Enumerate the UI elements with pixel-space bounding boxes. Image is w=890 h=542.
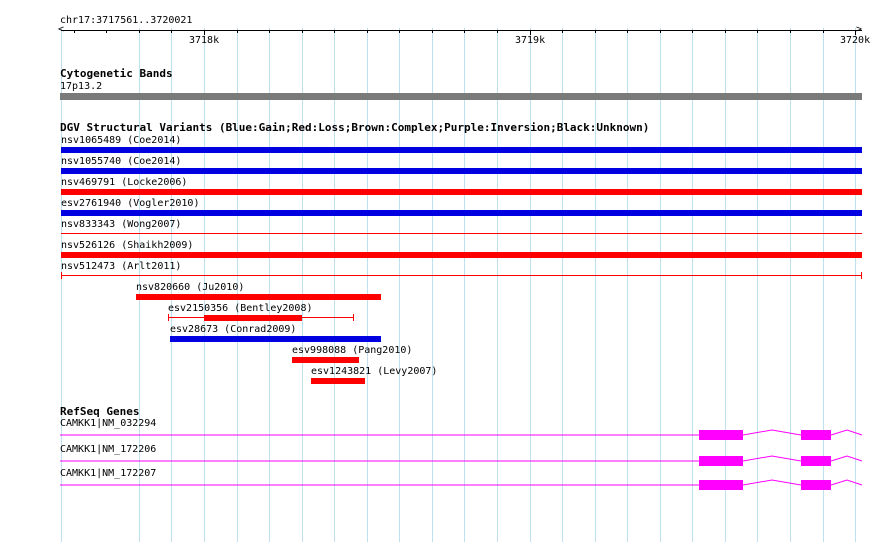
sv-feature-endcap: [168, 314, 169, 321]
sv-feature-bar[interactable]: [61, 252, 862, 258]
ruler-minor-tick: [106, 30, 107, 33]
gene-intron-line: [830, 429, 863, 436]
ruler-minor-tick: [790, 30, 791, 33]
gene-intron-line: [742, 455, 802, 462]
refseq-track-title: RefSeq Genes: [60, 405, 140, 418]
ruler-tick-label: 3720k: [840, 35, 871, 46]
ruler-tick-label: 3719k: [515, 35, 546, 46]
ruler-minor-tick: [399, 30, 400, 33]
sv-feature-bar[interactable]: [61, 147, 862, 153]
sv-feature-line[interactable]: [61, 233, 862, 234]
sv-feature-label[interactable]: esv998088 (Pang2010): [292, 345, 412, 356]
gene-model[interactable]: [0, 475, 890, 495]
ruler-minor-tick: [562, 30, 563, 33]
cytoband-track-title: Cytogenetic Bands: [60, 67, 173, 80]
genome-browser-panel: chr17:3717561..3720021 < > 3718k 3719k 372…: [0, 0, 890, 542]
gene-intron-line: [830, 479, 863, 486]
gene-intron-line: [830, 455, 863, 462]
gene-exon: [801, 480, 831, 490]
gene-intron-line: [742, 429, 802, 436]
ruler-minor-tick: [139, 30, 140, 33]
sv-feature-endcap: [861, 272, 862, 279]
sv-feature-label[interactable]: nsv820660 (Ju2010): [136, 282, 244, 293]
sv-feature-endcap: [353, 314, 354, 321]
ruler-minor-tick: [757, 30, 758, 33]
sv-feature-label[interactable]: nsv833343 (Wong2007): [61, 219, 181, 230]
ruler-minor-tick: [237, 30, 238, 33]
ruler-left-arrow: <: [58, 24, 65, 35]
ruler-minor-tick: [334, 30, 335, 33]
sv-feature-label[interactable]: nsv512473 (Arlt2011): [61, 261, 181, 272]
ruler-minor-tick: [595, 30, 596, 33]
sv-feature-label[interactable]: esv2150356 (Bentley2008): [168, 303, 313, 314]
ruler-minor-tick: [432, 30, 433, 33]
gene-exon: [699, 456, 743, 466]
cytoband-label: 17p13.2: [60, 81, 103, 92]
ruler-minor-tick: [74, 30, 75, 33]
sv-feature-label[interactable]: esv28673 (Conrad2009): [170, 324, 296, 335]
ruler-minor-tick: [497, 30, 498, 33]
ruler-minor-tick: [302, 30, 303, 33]
sv-feature-label[interactable]: esv1243821 (Levy2007): [311, 366, 437, 377]
sv-feature-bar[interactable]: [204, 315, 302, 321]
ruler-minor-tick: [823, 30, 824, 33]
ruler-minor-tick: [725, 30, 726, 33]
sv-feature-bar[interactable]: [61, 168, 862, 174]
ruler-axis: [61, 30, 862, 31]
ruler-minor-tick: [660, 30, 661, 33]
ruler-minor-tick: [269, 30, 270, 33]
sv-feature-bar[interactable]: [61, 189, 862, 195]
locus-label: chr17:3717561..3720021: [60, 15, 193, 26]
gene-exon: [699, 430, 743, 440]
ruler-minor-tick: [464, 30, 465, 33]
sv-feature-bar[interactable]: [292, 357, 359, 363]
ruler-minor-tick: [627, 30, 628, 33]
sv-feature-bar[interactable]: [170, 336, 381, 342]
ruler-minor-tick: [171, 30, 172, 33]
sv-feature-bar[interactable]: [311, 378, 365, 384]
sv-feature-bar[interactable]: [136, 294, 381, 300]
sv-feature-bar[interactable]: [61, 210, 862, 216]
sv-feature-label[interactable]: nsv1055740 (Coe2014): [61, 156, 181, 167]
sv-feature-label[interactable]: esv2761940 (Vogler2010): [61, 198, 199, 209]
ruler-minor-tick: [692, 30, 693, 33]
dgv-track-title: DGV Structural Variants (Blue:Gain;Red:L…: [60, 121, 650, 134]
ruler-tick-label: 3718k: [189, 35, 220, 46]
gene-model[interactable]: [0, 425, 890, 445]
sv-feature-label[interactable]: nsv1065489 (Coe2014): [61, 135, 181, 146]
ruler-minor-tick: [367, 30, 368, 33]
gene-exon: [801, 430, 831, 440]
sv-feature-label[interactable]: nsv526126 (Shaikh2009): [61, 240, 193, 251]
ruler-right-arrow: >: [856, 24, 863, 35]
sv-feature-line[interactable]: [61, 275, 862, 276]
sv-feature-endcap: [61, 272, 62, 279]
sv-feature-label[interactable]: nsv469791 (Locke2006): [61, 177, 187, 188]
gene-intron-line: [742, 479, 802, 486]
cytoband-bar[interactable]: [60, 93, 862, 100]
gene-exon: [699, 480, 743, 490]
gene-exon: [801, 456, 831, 466]
